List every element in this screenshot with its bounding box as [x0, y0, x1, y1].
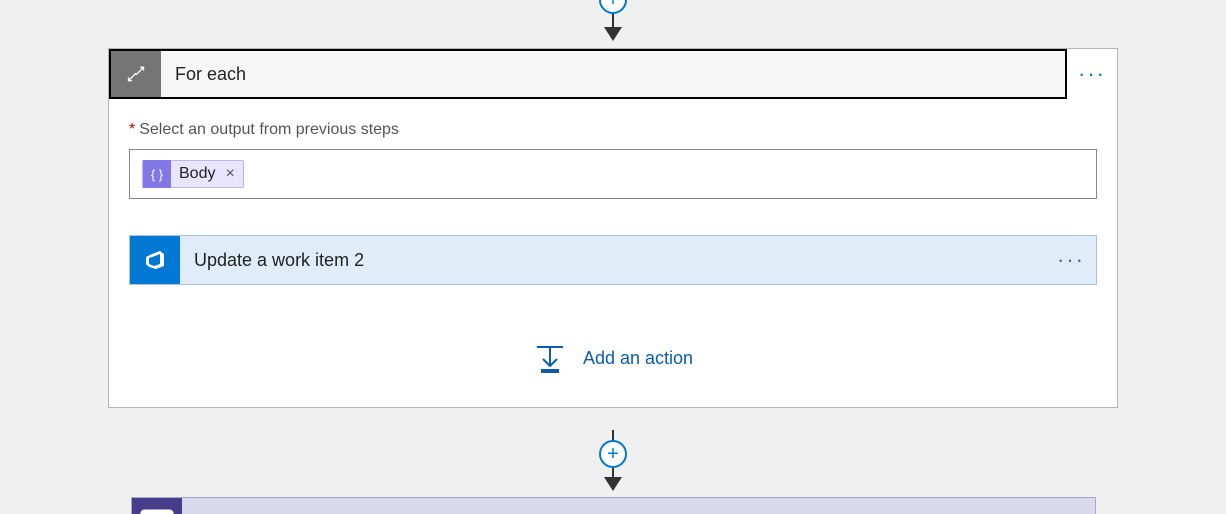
- plus-icon: +: [607, 444, 619, 464]
- dynamic-content-icon: { }: [143, 160, 171, 188]
- ellipsis-icon: ···: [1057, 247, 1085, 273]
- nested-action-card[interactable]: Update a work item 2 ···: [129, 235, 1097, 285]
- foreach-title: For each: [161, 51, 1065, 97]
- add-action-label: Add an action: [583, 348, 693, 369]
- insert-action-icon: [533, 341, 567, 375]
- foreach-body: *Select an output from previous steps { …: [109, 99, 1117, 407]
- output-field-label: *Select an output from previous steps: [129, 121, 1097, 139]
- next-step-icon: [132, 498, 182, 514]
- arrow-down-icon: [604, 477, 622, 491]
- output-field-input[interactable]: { } Body ×: [129, 149, 1097, 199]
- foreach-card: For each ··· *Select an output from prev…: [108, 48, 1118, 408]
- add-step-button-mid[interactable]: +: [599, 440, 627, 468]
- connector-line: [612, 14, 614, 28]
- foreach-header[interactable]: For each: [109, 49, 1067, 99]
- connector-line: [612, 430, 614, 440]
- plus-icon: +: [607, 0, 619, 10]
- add-action-button[interactable]: Add an action: [129, 341, 1097, 375]
- add-step-button-top[interactable]: +: [599, 0, 627, 14]
- body-token[interactable]: { } Body ×: [142, 160, 244, 188]
- next-step-card[interactable]: [131, 497, 1096, 514]
- foreach-more-button[interactable]: ···: [1067, 49, 1117, 99]
- close-icon: ×: [225, 165, 234, 182]
- required-indicator: *: [129, 121, 135, 138]
- azure-devops-icon: [130, 236, 180, 284]
- next-step-title: [182, 498, 1095, 514]
- nested-action-title: Update a work item 2: [180, 236, 1046, 284]
- connector-mid: +: [599, 430, 627, 491]
- arrow-down-icon: [604, 27, 622, 41]
- nested-action-more-button[interactable]: ···: [1046, 236, 1096, 284]
- output-field-label-text: Select an output from previous steps: [139, 121, 399, 138]
- connector-top: +: [599, 0, 627, 41]
- foreach-icon: [111, 51, 161, 97]
- ellipsis-icon: ···: [1078, 61, 1106, 87]
- body-token-label: Body: [171, 165, 223, 183]
- body-token-remove[interactable]: ×: [223, 165, 242, 183]
